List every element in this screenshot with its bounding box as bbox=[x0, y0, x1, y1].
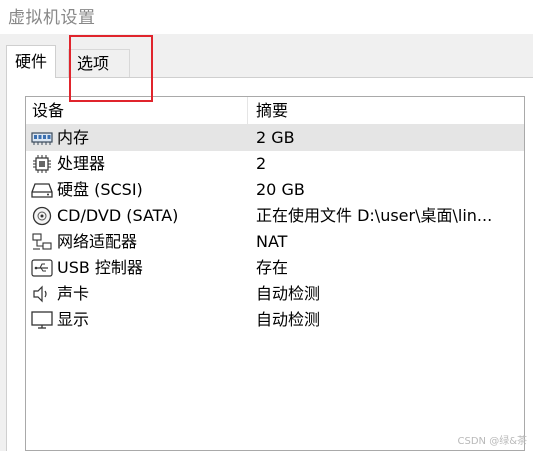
tab-hardware[interactable]: 硬件 bbox=[6, 45, 57, 78]
device-summary: 正在使用文件 D:\user\桌面\lin... bbox=[256, 206, 493, 225]
harddisk-icon bbox=[31, 180, 53, 200]
device-summary: NAT bbox=[256, 232, 288, 251]
title-bar: 虚拟机设置 bbox=[0, 0, 533, 34]
list-row-harddisk[interactable]: 硬盘 (SCSI) 20 GB bbox=[26, 177, 524, 203]
device-summary: 2 bbox=[256, 154, 267, 173]
device-name: 硬盘 (SCSI) bbox=[57, 180, 143, 199]
network-icon bbox=[31, 232, 53, 252]
column-header-summary[interactable]: 摘要 bbox=[248, 97, 524, 124]
device-summary: 存在 bbox=[256, 258, 289, 277]
list-row-usb[interactable]: USB 控制器 存在 bbox=[26, 255, 524, 281]
list-row-sound[interactable]: 声卡 自动检测 bbox=[26, 281, 524, 307]
device-summary: 20 GB bbox=[256, 180, 305, 199]
device-name: CD/DVD (SATA) bbox=[57, 206, 179, 225]
list-row-memory[interactable]: 内存 2 GB bbox=[26, 125, 524, 151]
speaker-icon bbox=[31, 284, 53, 304]
device-name: 声卡 bbox=[57, 284, 90, 303]
list-row-cd-dvd[interactable]: CD/DVD (SATA) 正在使用文件 D:\user\桌面\lin... bbox=[26, 203, 524, 229]
device-summary: 自动检测 bbox=[256, 310, 321, 329]
cpu-icon bbox=[31, 154, 53, 174]
watermark: CSDN @绿&茶 bbox=[457, 436, 528, 447]
list-row-processor[interactable]: 处理器 2 bbox=[26, 151, 524, 177]
window-title: 虚拟机设置 bbox=[8, 8, 96, 28]
memory-icon bbox=[31, 128, 53, 148]
cd-dvd-icon bbox=[31, 206, 53, 226]
list-row-display[interactable]: 显示 自动检测 bbox=[26, 307, 524, 333]
device-summary: 自动检测 bbox=[256, 284, 321, 303]
device-name: 显示 bbox=[57, 310, 90, 329]
device-name: 处理器 bbox=[57, 154, 106, 173]
device-name: USB 控制器 bbox=[57, 258, 143, 277]
annotation-highlight-box bbox=[69, 35, 153, 102]
device-name: 网络适配器 bbox=[57, 232, 138, 251]
device-name: 内存 bbox=[57, 128, 90, 147]
device-summary: 2 GB bbox=[256, 128, 295, 147]
monitor-icon bbox=[31, 310, 53, 330]
usb-icon bbox=[31, 258, 53, 278]
hardware-list[interactable]: 设备 摘要 内存 2 GB 处理器 2 硬盘 (SCSI) 20 GB CD/D… bbox=[25, 96, 525, 451]
list-row-network[interactable]: 网络适配器 NAT bbox=[26, 229, 524, 255]
